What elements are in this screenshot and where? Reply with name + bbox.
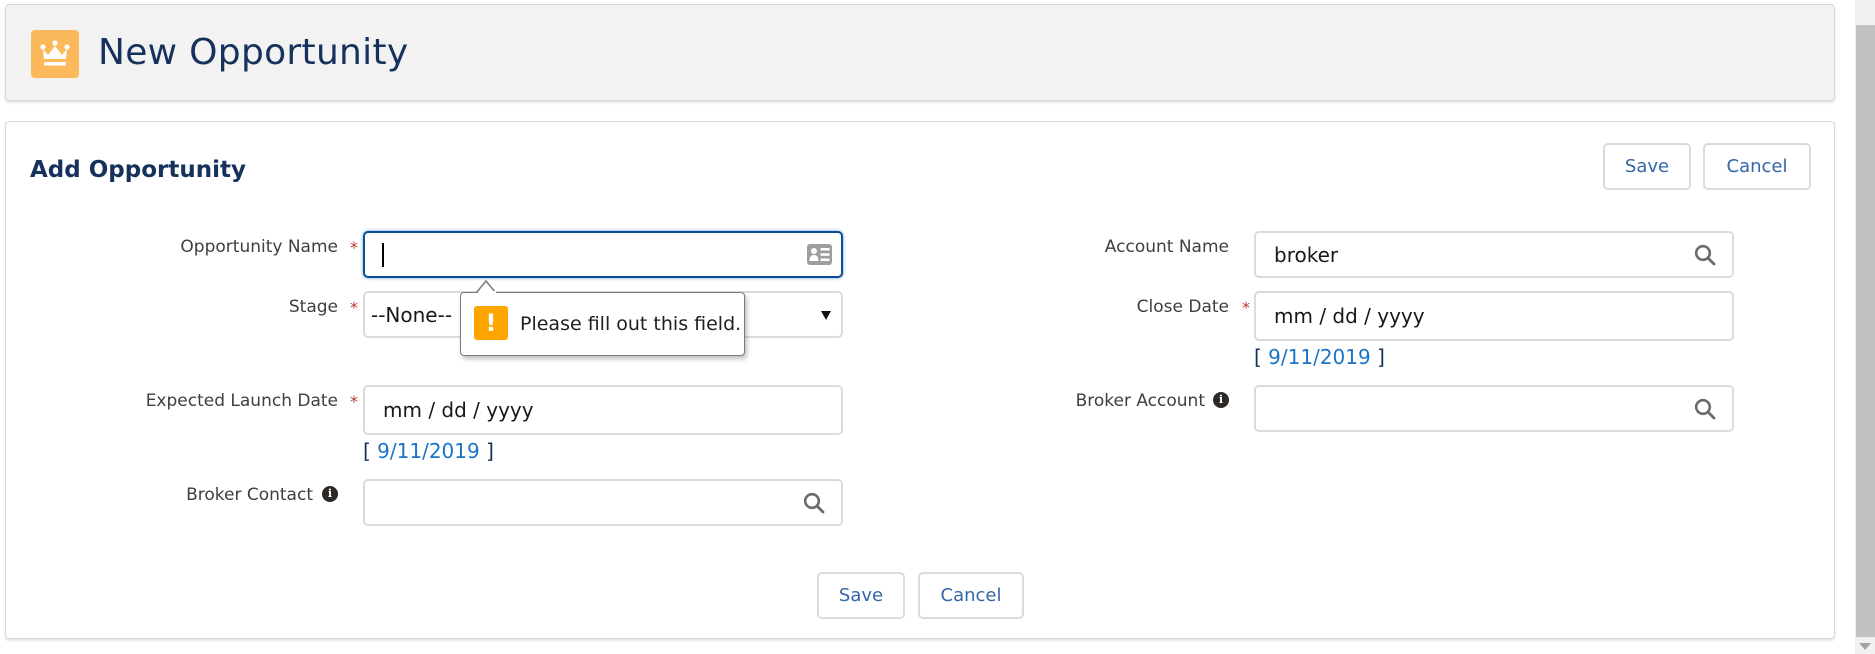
scroll-down-arrow-icon[interactable] <box>1859 643 1871 650</box>
text-caret <box>382 243 384 267</box>
search-icon[interactable] <box>1694 244 1716 271</box>
contact-card-icon <box>807 244 832 270</box>
broker-account-label: Broker Account <box>1075 391 1205 411</box>
broker-contact-label: Broker Contact <box>186 485 313 505</box>
bracket-close: ] <box>1377 345 1385 369</box>
scrollbar-thumb[interactable] <box>1856 25 1875 637</box>
bracket-close: ] <box>486 439 494 463</box>
add-opportunity-panel: Add Opportunity Save Cancel Save Cancel <box>5 121 1835 639</box>
info-icon[interactable]: i <box>1213 392 1229 408</box>
close-date-today: [ 9/11/2019 ] <box>1254 345 1385 369</box>
bracket-open: [ <box>1254 345 1262 369</box>
tooltip-arrow-join <box>478 291 496 294</box>
expected-launch-date-input[interactable]: mm / dd / yyyy <box>363 385 843 435</box>
required-marker: * <box>1242 298 1250 317</box>
date-placeholder: mm / dd / yyyy <box>1274 304 1425 328</box>
expected-launch-date-today: [ 9/11/2019 ] <box>363 439 494 463</box>
date-placeholder: mm / dd / yyyy <box>383 398 534 422</box>
warning-icon: ! <box>474 306 508 340</box>
vertical-scrollbar[interactable] <box>1855 0 1875 654</box>
crown-icon <box>31 30 79 78</box>
panel-title: Add Opportunity <box>30 157 246 183</box>
validation-message: Please fill out this field. <box>520 313 742 335</box>
account-name-input[interactable]: broker <box>1254 231 1734 278</box>
validation-tooltip: ! Please fill out this field. <box>460 292 745 356</box>
save-button-bottom[interactable]: Save <box>817 572 905 619</box>
search-icon[interactable] <box>803 492 825 519</box>
cancel-button-top[interactable]: Cancel <box>1703 143 1811 190</box>
today-date-link[interactable]: 9/11/2019 <box>1268 345 1371 369</box>
today-date-link[interactable]: 9/11/2019 <box>377 439 480 463</box>
required-marker: * <box>350 392 358 411</box>
bracket-open: [ <box>363 439 371 463</box>
required-marker: * <box>350 238 358 257</box>
info-icon[interactable]: i <box>322 486 338 502</box>
page-title: New Opportunity <box>98 32 409 73</box>
close-date-input[interactable]: mm / dd / yyyy <box>1254 291 1734 341</box>
search-icon[interactable] <box>1694 398 1716 425</box>
save-button-top[interactable]: Save <box>1603 143 1691 190</box>
page-header: New Opportunity <box>5 4 1835 101</box>
broker-account-input[interactable] <box>1254 385 1734 432</box>
dropdown-arrow-icon <box>821 311 831 320</box>
account-name-label: Account Name <box>1104 237 1229 257</box>
opportunity-name-input[interactable] <box>363 231 843 278</box>
stage-selected-value: --None-- <box>371 302 453 327</box>
opportunity-name-label: Opportunity Name <box>180 237 338 257</box>
cancel-button-bottom[interactable]: Cancel <box>918 572 1024 619</box>
close-date-label: Close Date <box>1136 297 1229 317</box>
broker-contact-input[interactable] <box>363 479 843 526</box>
stage-label: Stage <box>288 297 338 317</box>
account-name-value: broker <box>1274 242 1339 267</box>
required-marker: * <box>350 298 358 317</box>
expected-launch-date-label: Expected Launch Date <box>145 391 338 411</box>
